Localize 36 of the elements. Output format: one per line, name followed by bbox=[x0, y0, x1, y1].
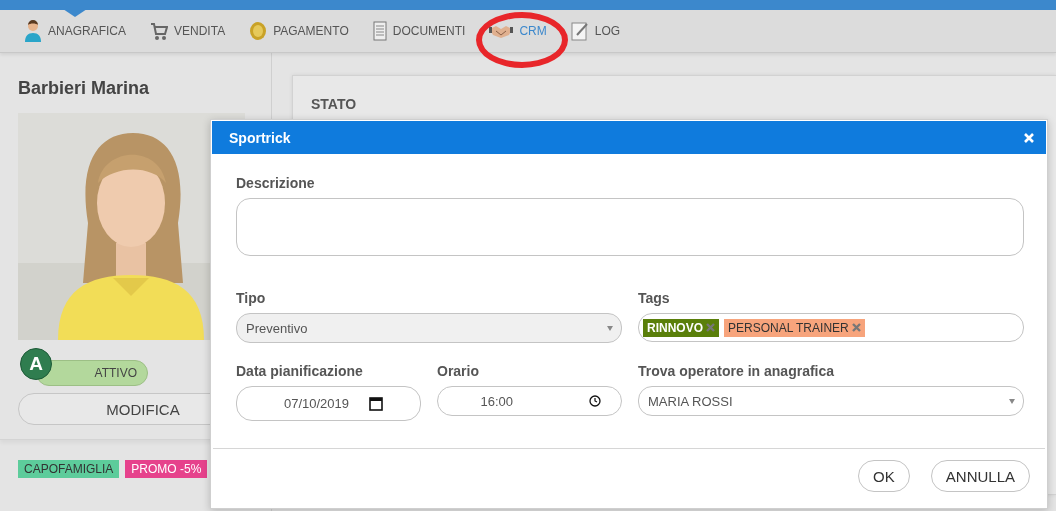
operator-dropdown[interactable]: MARIA ROSSI bbox=[638, 386, 1024, 416]
cart-icon bbox=[150, 21, 168, 41]
field-label: Data pianificazione bbox=[236, 363, 364, 380]
tag-chip: RINNOVO bbox=[643, 318, 719, 337]
notepad-icon bbox=[570, 21, 589, 41]
nav-tab[interactable]: ANAGRAFICA bbox=[24, 10, 126, 52]
person-icon bbox=[24, 20, 42, 42]
close-icon[interactable] bbox=[1024, 132, 1034, 143]
active-tab-pointer bbox=[63, 9, 87, 17]
customer-tag: CAPOFAMIGLIA bbox=[18, 460, 120, 478]
field-label: Trova operatore in anagrafica bbox=[638, 363, 836, 380]
coin-icon bbox=[249, 21, 268, 41]
dialog-title: Sportrick bbox=[229, 129, 291, 146]
document-icon bbox=[372, 21, 387, 41]
clock-icon[interactable] bbox=[589, 395, 601, 407]
remove-icon[interactable] bbox=[851, 323, 861, 332]
dialog-button[interactable]: OK bbox=[858, 460, 910, 492]
field-label: Tipo bbox=[236, 290, 267, 307]
tags-field[interactable]: RINNOVO PERSONAL TRAINER bbox=[638, 313, 1024, 342]
date-field[interactable]: 07/10/2019 bbox=[236, 386, 421, 421]
customer-name: Barbieri Marina bbox=[18, 77, 151, 99]
nav-tab[interactable]: DOCUMENTI bbox=[372, 10, 466, 52]
field-label: Orario bbox=[437, 363, 480, 380]
description-field[interactable] bbox=[236, 198, 1024, 256]
calendar-icon[interactable] bbox=[369, 396, 384, 411]
nav-tab[interactable]: LOG bbox=[570, 10, 621, 52]
type-dropdown[interactable]: Preventivo bbox=[236, 313, 622, 343]
handshake-icon bbox=[489, 23, 514, 39]
field-label: Tags bbox=[638, 290, 671, 307]
customer-tag: PROMO -5% bbox=[125, 460, 208, 478]
panel-title: STATO bbox=[311, 96, 358, 112]
field-label: Descrizione bbox=[236, 175, 316, 192]
tag-chip: PERSONAL TRAINER bbox=[724, 318, 865, 337]
dialog-button[interactable]: ANNULLA bbox=[930, 460, 1030, 492]
nav-tab[interactable]: VENDITA bbox=[150, 10, 226, 52]
nav-tab[interactable]: PAGAMENTO bbox=[249, 10, 349, 52]
